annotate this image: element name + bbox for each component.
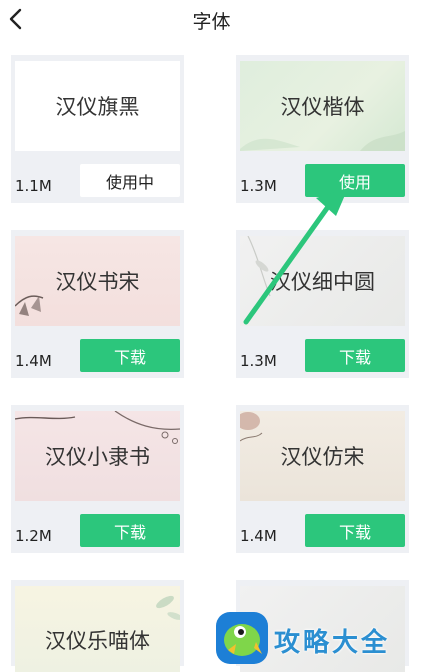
annotation-arrow <box>243 188 348 325</box>
watermark: 攻略大全 <box>212 606 423 666</box>
watermark-text: 攻略大全 <box>274 628 391 658</box>
fish-logo-icon <box>216 612 268 664</box>
